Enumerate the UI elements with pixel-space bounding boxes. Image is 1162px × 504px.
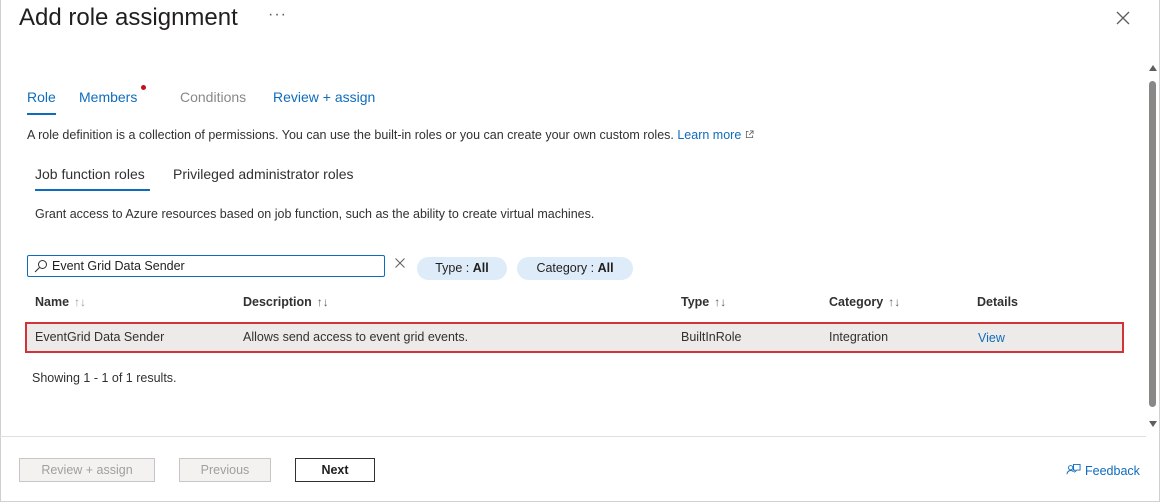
learn-more-link[interactable]: Learn more: [677, 128, 741, 142]
review-assign-button[interactable]: Review + assign: [19, 458, 155, 482]
clear-search-icon[interactable]: [394, 257, 406, 269]
tab-privileged-admin-roles[interactable]: Privileged administrator roles: [173, 166, 354, 182]
type-filter-value: All: [472, 261, 489, 275]
category-filter-value: All: [597, 261, 614, 275]
tab-role-underline: [27, 113, 56, 115]
type-filter-pill[interactable]: Type : All: [417, 257, 507, 280]
column-header-description[interactable]: Description ↑↓: [243, 295, 329, 309]
footer-divider: [0, 436, 1146, 437]
row-description-cell: Allows send access to event grid events.: [243, 330, 469, 344]
external-link-icon: [746, 130, 754, 139]
dialog-title: Add role assignment: [19, 4, 238, 31]
row-category-cell: Integration: [829, 330, 889, 344]
column-header-details-label: Details: [977, 295, 1018, 309]
feedback-label: Feedback: [1085, 464, 1140, 478]
column-header-type[interactable]: Type ↑↓: [681, 295, 726, 309]
grant-description: Grant access to Azure resources based on…: [35, 207, 595, 221]
column-header-category-label: Category: [829, 295, 884, 309]
row-name-cell: EventGrid Data Sender: [35, 330, 165, 344]
scroll-down-arrow-icon[interactable]: [1149, 420, 1157, 428]
close-icon[interactable]: [1113, 8, 1133, 28]
sort-icon: ↑↓: [888, 295, 901, 309]
view-details-link[interactable]: View: [978, 331, 1005, 345]
feedback-link[interactable]: Feedback: [1066, 463, 1140, 478]
role-description-text: A role definition is a collection of per…: [27, 128, 678, 142]
sort-icon: ↑↓: [74, 295, 87, 309]
more-options-button[interactable]: ···: [268, 6, 287, 24]
row-type-cell: BuiltInRole: [681, 330, 742, 344]
tab-job-function-underline: [35, 189, 150, 191]
tab-members[interactable]: Members: [79, 89, 137, 105]
next-button[interactable]: Next: [295, 458, 375, 482]
tab-job-function-roles[interactable]: Job function roles: [35, 166, 145, 182]
scrollbar-thumb[interactable]: [1149, 81, 1156, 407]
sort-icon: ↑↓: [714, 295, 727, 309]
search-icon: [34, 260, 47, 273]
type-filter-label: Type :: [435, 261, 473, 275]
role-search-box[interactable]: [27, 255, 385, 277]
tab-conditions: Conditions: [180, 89, 247, 105]
results-count: Showing 1 - 1 of 1 results.: [32, 371, 177, 385]
table-row[interactable]: [25, 322, 1124, 353]
column-header-category[interactable]: Category ↑↓: [829, 295, 900, 309]
category-filter-label: Category :: [536, 261, 598, 275]
column-header-name-label: Name: [35, 295, 70, 309]
category-filter-pill[interactable]: Category : All: [517, 257, 633, 280]
tab-review-assign[interactable]: Review + assign: [273, 89, 375, 105]
tab-role[interactable]: Role: [27, 89, 56, 105]
dialog-frame: [0, 0, 1160, 502]
column-header-details: Details: [977, 295, 1018, 309]
feedback-icon: [1066, 463, 1081, 475]
role-description: A role definition is a collection of per…: [27, 128, 754, 142]
column-header-description-label: Description: [243, 295, 312, 309]
search-input[interactable]: [52, 257, 372, 275]
scroll-up-arrow-icon[interactable]: [1149, 64, 1157, 72]
column-header-name[interactable]: Name ↑↓: [35, 295, 86, 309]
previous-button[interactable]: Previous: [179, 458, 271, 482]
members-required-indicator: [141, 85, 146, 90]
column-header-type-label: Type: [681, 295, 710, 309]
sort-icon: ↑↓: [316, 295, 329, 309]
